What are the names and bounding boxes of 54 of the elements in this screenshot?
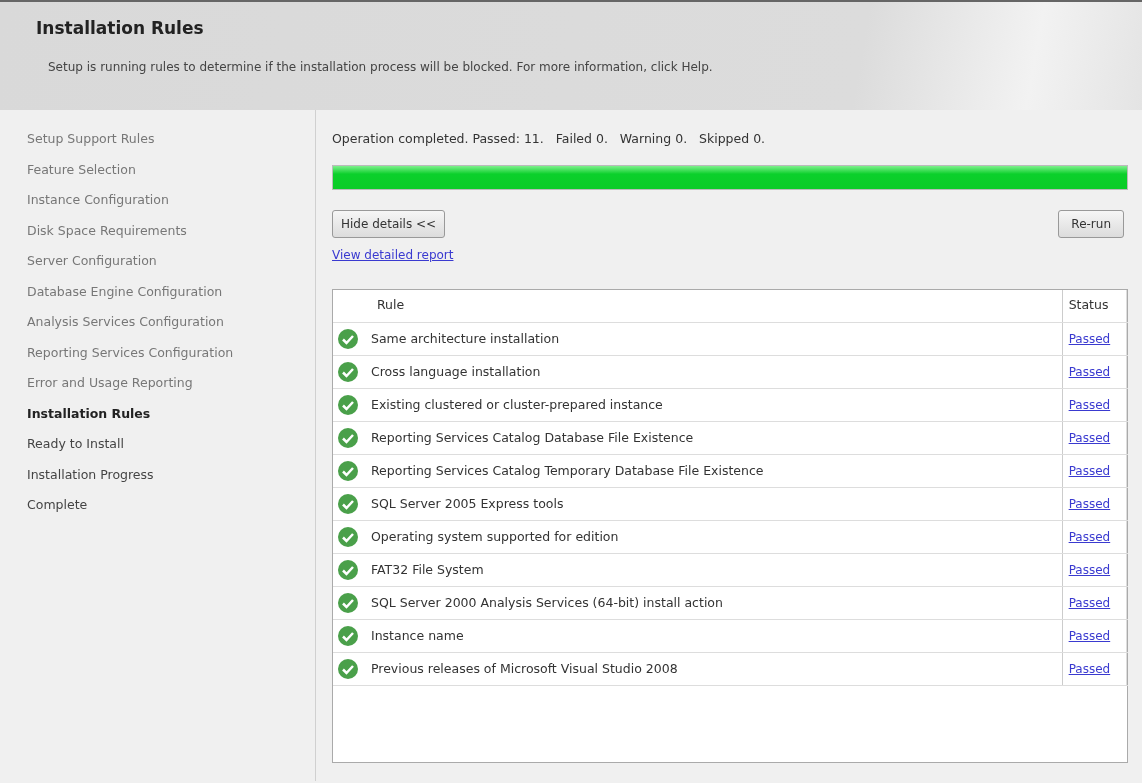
status-link[interactable]: Passed (1068, 397, 1111, 412)
rule-name: Previous releases of Microsoft Visual Studio 2008 (371, 660, 678, 676)
status-link[interactable]: Passed (1068, 430, 1111, 445)
sidebar-item[interactable]: Installation Progress (27, 465, 315, 496)
check-icon (337, 493, 359, 515)
status-link[interactable]: Passed (1068, 628, 1111, 643)
sidebar-item[interactable]: Server Configuration (27, 252, 315, 283)
sidebar-item[interactable]: Disk Space Requirements (27, 221, 315, 252)
sidebar-item[interactable]: Reporting Services Configuration (27, 343, 315, 374)
status-link[interactable]: Passed (1068, 562, 1111, 577)
status-link[interactable]: Passed (1068, 529, 1111, 544)
check-icon (337, 460, 359, 482)
rule-name: Reporting Services Catalog Temporary Database File Existence (371, 462, 764, 478)
sidebar-item[interactable]: Complete (27, 496, 315, 527)
sidebar-item[interactable]: Instance Configuration (27, 191, 315, 222)
sidebar-item[interactable]: Setup Support Rules (27, 130, 315, 161)
status-link[interactable]: Passed (1068, 364, 1111, 379)
column-header: Status (1062, 289, 1127, 323)
status-link[interactable]: Passed (1068, 463, 1111, 478)
hide-details-button[interactable]: Hide details << (332, 209, 446, 238)
rule-name: FAT32 File System (371, 561, 484, 577)
status-link[interactable]: Passed (1068, 496, 1111, 511)
sidebar-item[interactable]: Analysis Services Configuration (27, 313, 315, 344)
check-icon (337, 427, 359, 449)
status-link[interactable]: Passed (1068, 595, 1111, 610)
rule-name: Same architecture installation (371, 330, 560, 346)
sidebar-item[interactable]: Error and Usage Reporting (27, 374, 315, 405)
check-icon (337, 592, 359, 614)
check-icon (337, 559, 359, 581)
status-link[interactable]: Passed (1068, 661, 1111, 676)
check-icon (337, 394, 359, 416)
sidebar-item[interactable]: Ready to Install (27, 435, 315, 466)
rule-name: Operating system supported for edition (371, 528, 619, 544)
check-icon (337, 658, 359, 680)
check-icon (337, 361, 359, 383)
detailed-report-link[interactable]: View detailed report (332, 247, 454, 262)
rerun-button[interactable]: Re-run (1058, 209, 1124, 238)
check-icon (337, 328, 359, 350)
check-icon (337, 526, 359, 548)
column-header: Rule (363, 289, 1063, 323)
rule-name: SQL Server 2000 Analysis Services (64-bit) install action (371, 594, 723, 610)
rule-name: Cross language installation (371, 363, 541, 379)
rule-name: Reporting Services Catalog Database File Existence (371, 429, 694, 445)
rule-name: SQL Server 2005 Express tools (371, 495, 564, 511)
check-icon (337, 625, 359, 647)
status-text: Operation completed. Passed: 11. Failed 0. Warning 0. Skipped 0. (332, 130, 767, 148)
rule-name: Instance name (371, 627, 464, 643)
page-subtitle: Setup is running rules to determine if the installation process will be blocked. For more information, click Help. (48, 58, 714, 76)
page-title: Installation Rules (36, 17, 205, 40)
status-link[interactable]: Passed (1068, 331, 1111, 346)
sidebar-item[interactable]: Database Engine Configuration (27, 282, 315, 313)
rule-name: Existing clustered or cluster-prepared instance (371, 396, 663, 412)
sidebar-item[interactable]: Installation Rules (27, 404, 315, 435)
sidebar-item[interactable]: Feature Selection (27, 160, 315, 191)
